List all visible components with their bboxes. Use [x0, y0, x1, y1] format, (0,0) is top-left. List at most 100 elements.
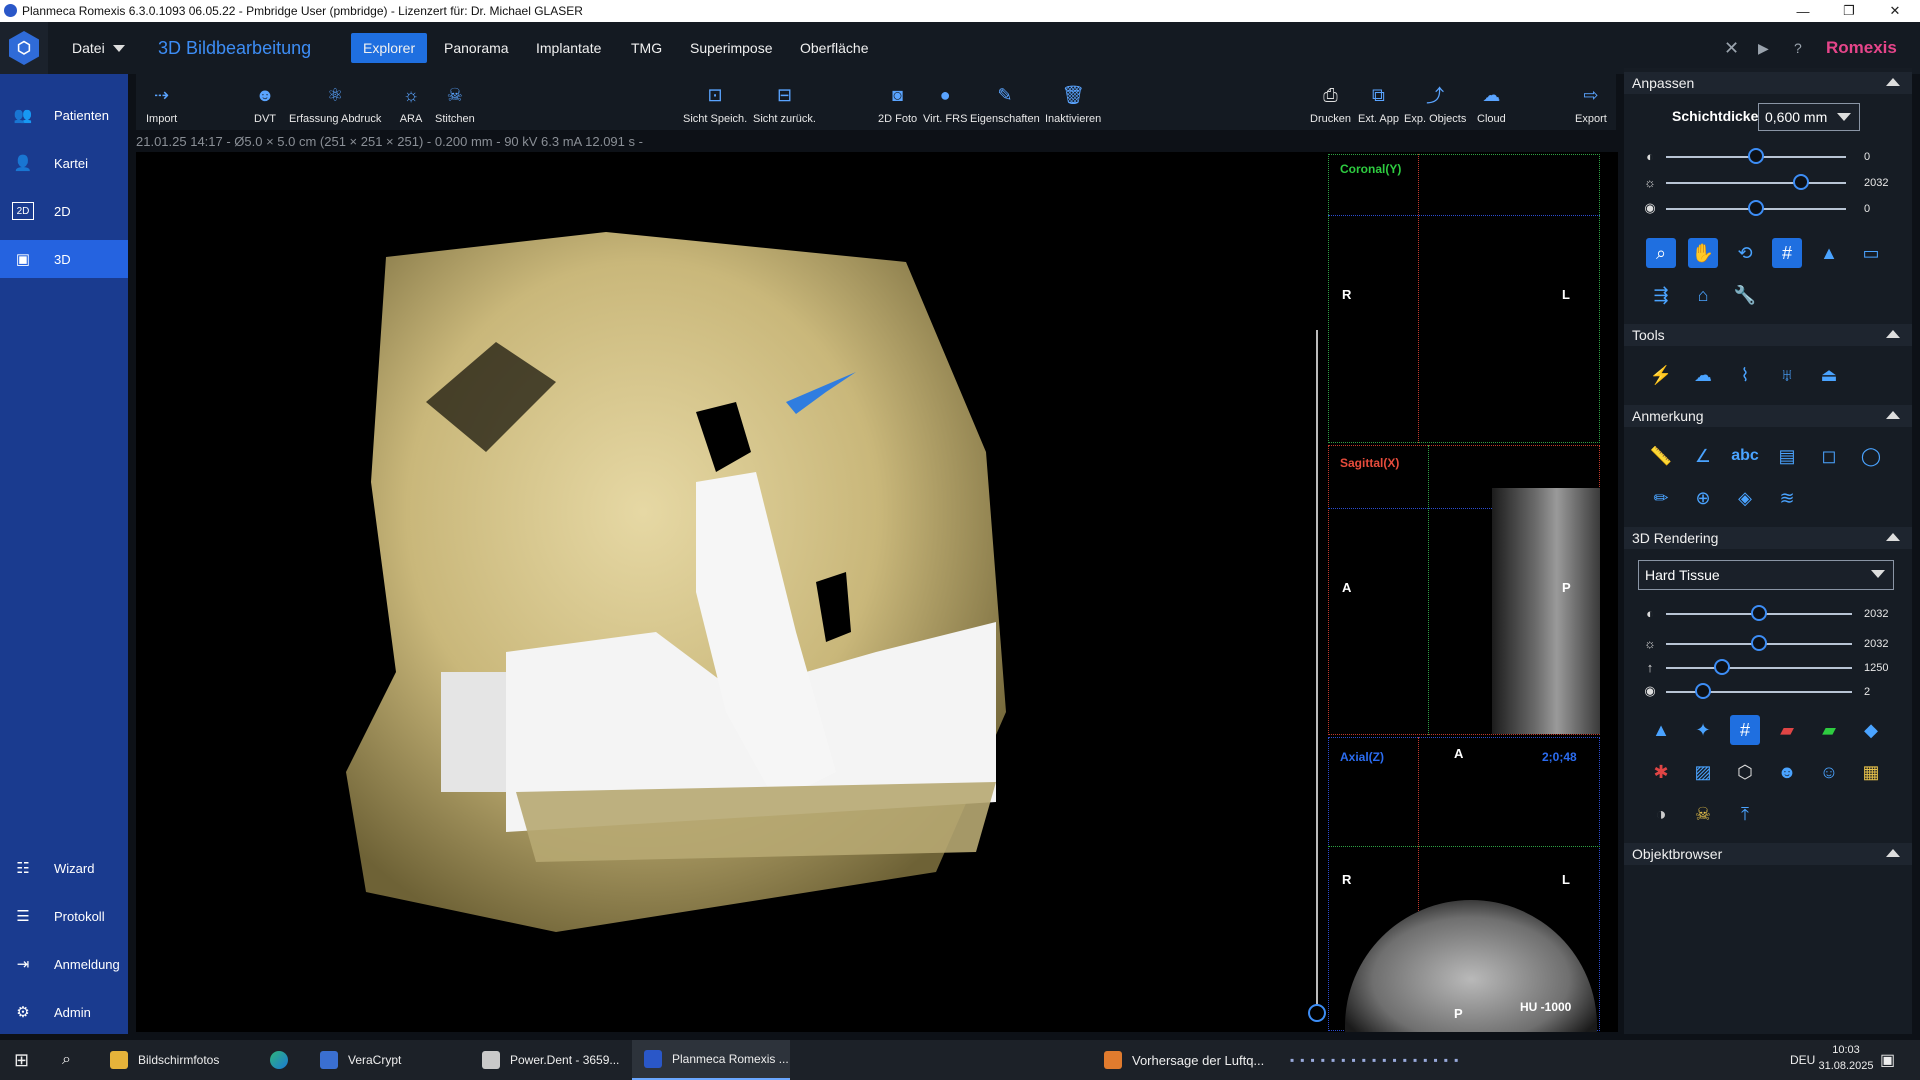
color-map-icon[interactable]: ▦	[1856, 757, 1886, 787]
split-view-icon[interactable]: ◑	[1646, 799, 1676, 829]
ruler-tool-icon[interactable]: 📏	[1646, 441, 1676, 471]
restore-view-button[interactable]: ⊟ Sicht zurück.	[753, 74, 816, 130]
cube-icon[interactable]: ⬡	[1730, 757, 1760, 787]
windows-start-icon[interactable]: ⊞	[14, 1040, 29, 1080]
clock[interactable]: 10:03 31.08.2025	[1806, 1044, 1886, 1072]
anmerkung-header[interactable]: Anmerkung	[1624, 405, 1912, 427]
cloud-button[interactable]: ☁ Cloud	[1477, 74, 1506, 130]
import-button[interactable]: ⇢ Import	[146, 74, 177, 130]
sagittal-plane-icon[interactable]: ▰	[1772, 715, 1802, 745]
rendering-header[interactable]: 3D Rendering	[1624, 527, 1912, 549]
sidebar-item-3d[interactable]: ▣ 3D	[0, 240, 128, 278]
help-icon[interactable]: ?	[1794, 22, 1802, 74]
clip-box-icon[interactable]: ▨	[1688, 757, 1718, 787]
slice-move-icon[interactable]: ⇶	[1646, 280, 1676, 310]
zoom-tool-icon[interactable]: ⌕	[1646, 238, 1676, 268]
close-view-icon[interactable]: ✕	[1724, 22, 1739, 74]
frame-tool-icon[interactable]: ▭	[1856, 238, 1886, 268]
objektbrowser-header[interactable]: Objektbrowser	[1624, 843, 1912, 865]
scan-export-icon[interactable]: ⤒	[1730, 799, 1760, 829]
tab-implantate[interactable]: Implantate	[536, 22, 601, 74]
rendering-preset-select[interactable]: Hard Tissue	[1638, 560, 1894, 590]
head-right-icon[interactable]: ☺	[1814, 757, 1844, 787]
taskbar-item-romexis[interactable]: Planmeca Romexis ...	[632, 1040, 790, 1080]
pan-tool-icon[interactable]: ✋	[1688, 238, 1718, 268]
slice-slider-knob[interactable]	[1308, 1004, 1326, 1022]
export-button[interactable]: ⇨ Export	[1575, 74, 1607, 130]
sidebar-item-kartei[interactable]: 👤 Kartei	[0, 144, 128, 182]
slice-slider-track[interactable]	[1316, 330, 1318, 1010]
slider-knob[interactable]	[1748, 148, 1764, 164]
tab-oberflaeche[interactable]: Oberfläche	[800, 22, 868, 74]
properties-button[interactable]: ✎ Eigenschaften	[970, 74, 1040, 130]
airway-tool-icon[interactable]: ☁	[1688, 360, 1718, 390]
impression-button[interactable]: ⚛ Erfassung Abdruck	[289, 74, 381, 130]
virtual-frs-button[interactable]: ● Virt. FRS	[923, 74, 967, 130]
tooth-tool-icon[interactable]: ♅	[1772, 360, 1802, 390]
rendering-slider-threshold[interactable]	[1666, 667, 1852, 669]
coronal-view[interactable]	[1328, 154, 1600, 443]
sidebar-item-anmeldung[interactable]: ⇥ Anmeldung	[0, 945, 128, 983]
globe-tool-icon[interactable]: ⊕	[1688, 483, 1718, 513]
print-button[interactable]: ⎙ Drucken	[1310, 74, 1351, 130]
external-app-button[interactable]: ⧉ Ext. App	[1358, 74, 1399, 130]
rotate-tool-icon[interactable]: ⟲	[1730, 238, 1760, 268]
histogram-tool-icon[interactable]: ▲	[1814, 238, 1844, 268]
slider-knob[interactable]	[1748, 200, 1764, 216]
coronal-plane-icon[interactable]: ▰	[1814, 715, 1844, 745]
tab-panorama[interactable]: Panorama	[444, 22, 509, 74]
stitch-button[interactable]: ☠ Stitchen	[435, 74, 475, 130]
taskbar-item-veracrypt[interactable]: VeraCrypt	[320, 1040, 401, 1080]
text-tool-icon[interactable]: abc	[1730, 441, 1760, 471]
label-tool-icon[interactable]: ▤	[1772, 441, 1802, 471]
schichtdicke-select[interactable]: 0,600 mm	[1758, 103, 1860, 131]
implant-tool-icon[interactable]: ⏏	[1814, 360, 1844, 390]
head-left-icon[interactable]: ☻	[1772, 757, 1802, 787]
tab-tmg[interactable]: TMG	[631, 22, 662, 74]
video-icon[interactable]: ▶	[1758, 22, 1769, 74]
crosshair-tool-icon[interactable]: #	[1772, 238, 1802, 268]
canal-tool-icon[interactable]: ⌇	[1730, 360, 1760, 390]
pan-curve-icon[interactable]: ⌂	[1688, 280, 1718, 310]
layers-tool-icon[interactable]: ≋	[1772, 483, 1802, 513]
ara-button[interactable]: ☼ ARA	[398, 74, 424, 130]
crosshair-render-icon[interactable]: #	[1730, 715, 1760, 745]
dvt-button[interactable]: ☻ DVT	[252, 74, 278, 130]
tab-superimpose[interactable]: Superimpose	[690, 22, 773, 74]
slider-knob[interactable]	[1793, 174, 1809, 190]
eraser-tool-icon[interactable]: ◈	[1730, 483, 1760, 513]
rectangle-tool-icon[interactable]: ◻	[1814, 441, 1844, 471]
draw-tool-icon[interactable]: ✏	[1646, 483, 1676, 513]
anpassen-slider-brightness[interactable]	[1666, 182, 1846, 184]
slider-knob[interactable]	[1751, 635, 1767, 651]
notification-icon[interactable]: ▣	[1880, 1040, 1895, 1080]
sidebar-item-admin[interactable]: ⚙ Admin	[0, 993, 128, 1031]
weather-widget[interactable]: Vorhersage der Luftq...	[1104, 1040, 1264, 1080]
circle-tool-icon[interactable]: ◯	[1856, 441, 1886, 471]
light-icon[interactable]: ✦	[1688, 715, 1718, 745]
angle-tool-icon[interactable]: ∠	[1688, 441, 1718, 471]
romexis-logo[interactable]: ⬡	[0, 22, 48, 74]
photo-2d-button[interactable]: ◙ 2D Foto	[878, 74, 917, 130]
histogram-icon[interactable]: ▲	[1646, 715, 1676, 745]
search-icon[interactable]: ⌕	[62, 1040, 71, 1080]
deactivate-button[interactable]: 🗑 Inaktivieren	[1045, 74, 1101, 130]
anpassen-header[interactable]: Anpassen	[1624, 72, 1912, 94]
axes-icon[interactable]: ✱	[1646, 757, 1676, 787]
sidebar-item-wizard[interactable]: ☷ Wizard	[0, 849, 128, 887]
sidebar-item-protokoll[interactable]: ☰ Protokoll	[0, 897, 128, 935]
taskbar-item-powerdent[interactable]: Power.Dent - 3659...	[482, 1040, 619, 1080]
tab-explorer[interactable]: Explorer	[351, 33, 428, 63]
slider-knob[interactable]	[1713, 659, 1730, 675]
tools-header[interactable]: Tools	[1624, 324, 1912, 346]
save-view-button[interactable]: ⊡ Sicht Speich.	[683, 74, 747, 130]
sidebar-item-patienten[interactable]: 👥 Patienten	[0, 96, 128, 134]
nerve-tool-icon[interactable]: ⚡	[1646, 360, 1676, 390]
system-tray-icons[interactable]: ▪▪▪▪▪▪▪▪▪▪▪▪▪▪▪▪▪	[1290, 1040, 1464, 1080]
taskbar-item-bildschirmfotos[interactable]: Bildschirmfotos	[110, 1040, 219, 1080]
3d-render-view[interactable]	[136, 152, 1306, 1032]
rendering-slider-opacity[interactable]	[1666, 691, 1852, 693]
maximize-icon[interactable]: ❐	[1826, 0, 1872, 22]
close-icon[interactable]: ✕	[1872, 0, 1918, 22]
axial-plane-icon[interactable]: ◆	[1856, 715, 1886, 745]
